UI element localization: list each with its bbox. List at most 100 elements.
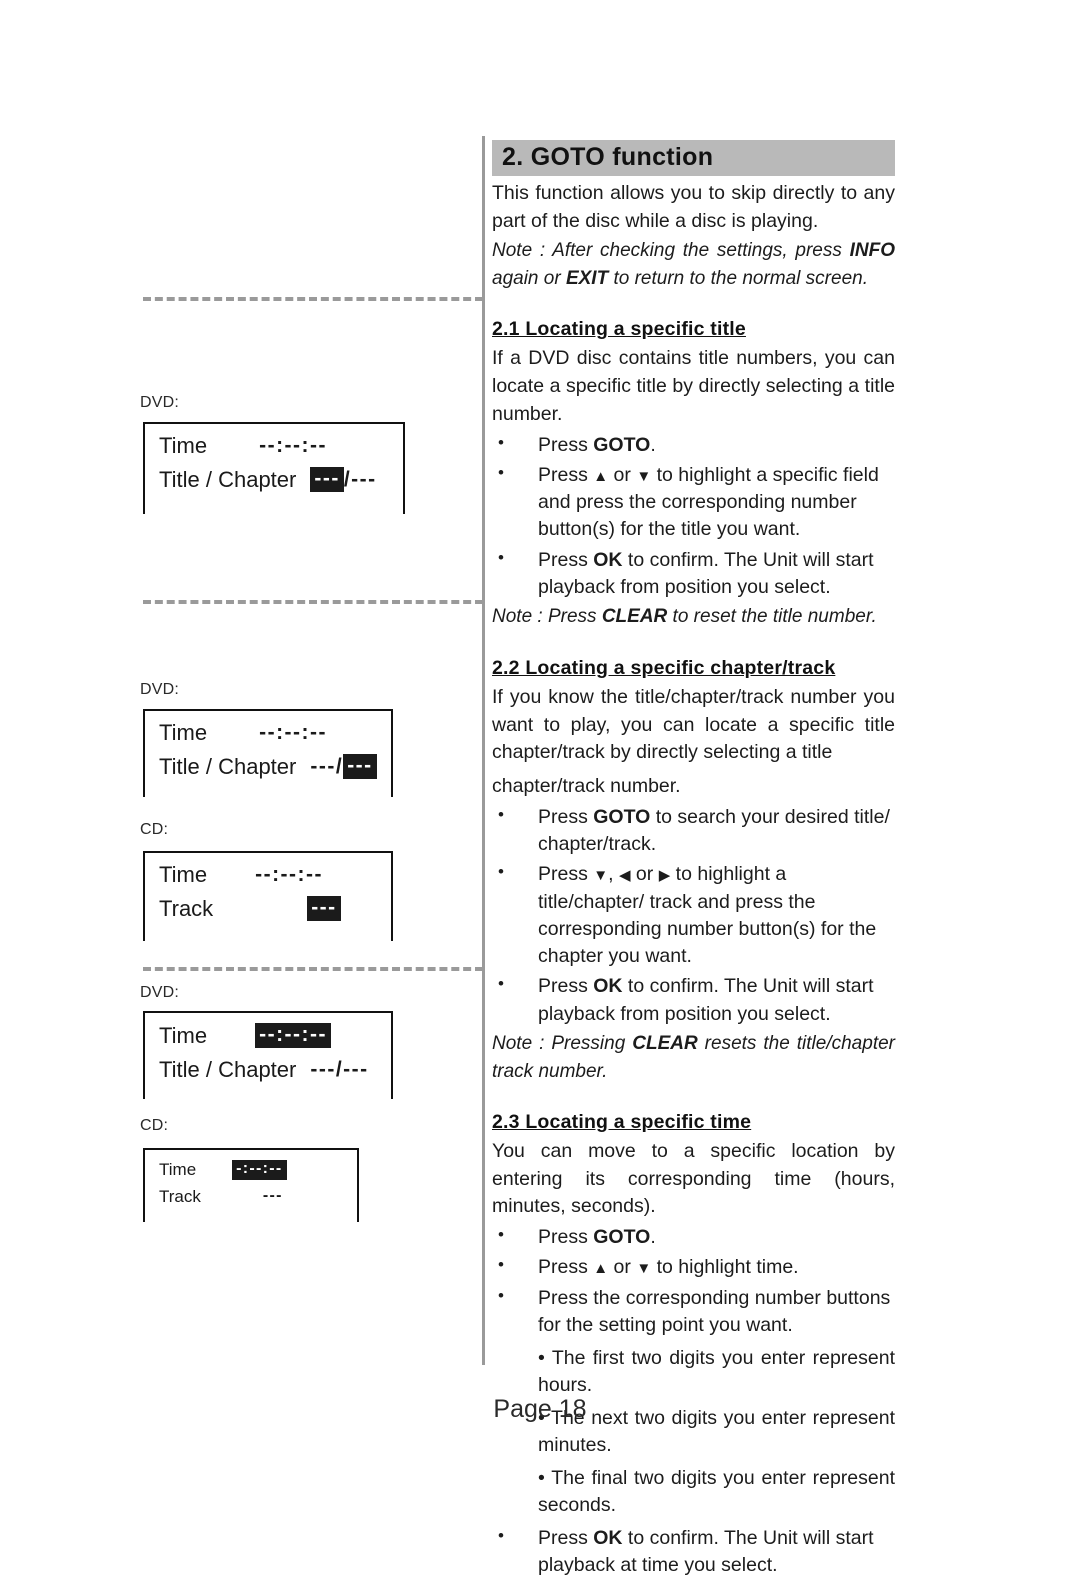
note-text-3: to return to the normal screen. xyxy=(608,267,868,289)
subsection-2-3-final-bullet: Press OK to confirm. The Unit will start… xyxy=(492,1524,895,1579)
bullet-text-mid-2: or xyxy=(630,863,659,886)
osd-row-time: Time --:--:-- xyxy=(159,863,379,886)
osd-row-value-highlighted: --- xyxy=(310,467,344,493)
note-text-2: again or xyxy=(492,267,566,289)
keyword-ok: OK xyxy=(593,548,623,571)
bullet-text-pre: Press xyxy=(538,463,594,486)
osd-row-title-chapter: Title / Chapter --- /--- xyxy=(159,467,391,493)
osd-row-track: Track --- xyxy=(159,1187,345,1206)
keyword-exit: EXIT xyxy=(565,267,609,289)
bullet-text-pre: Press xyxy=(538,548,594,571)
osd-row-label: Track xyxy=(159,896,214,922)
osd-row-label: Time xyxy=(159,862,208,887)
disc-type-label-dvd-1: DVD: xyxy=(140,394,180,411)
subsection-heading-2-3: 2.3 Locating a specific time xyxy=(492,1111,752,1134)
disc-type-label-dvd-3: DVD: xyxy=(140,984,180,1001)
subsection-2-3-body: You can move to a specific location by e… xyxy=(492,1140,895,1218)
subsection-2-1-bullets: Press GOTO. Press ▲ or ▼ to highlight a … xyxy=(492,431,895,602)
osd-row-time: Time --:--:-- xyxy=(159,1022,379,1049)
note-text-1: Note : After checking the settings, pres… xyxy=(492,240,850,262)
note-text-1: Note : Pressing xyxy=(492,1032,633,1054)
section-intro-paragraph: This function allows you to skip directl… xyxy=(492,182,895,232)
sub-bullet-text: • The final two digits you enter represe… xyxy=(538,1466,895,1516)
column-divider xyxy=(482,136,485,1365)
osd-row-label: Time xyxy=(159,433,208,458)
osd-panel-dvd-chapter: Time --:--:-- Title / Chapter ---/ --- xyxy=(143,709,393,797)
subsection-2-1-body: If a DVD disc contains title numbers, yo… xyxy=(492,347,895,425)
subsection-heading-2-1: 2.1 Locating a specific title xyxy=(492,318,746,341)
subsection-2-2-bullets: Press GOTO to search your desired title/… xyxy=(492,803,895,1028)
osd-row-track: Track --- xyxy=(159,896,379,922)
bullet-text-pre: Press xyxy=(538,975,594,998)
bullet-text-mid: or xyxy=(608,1256,637,1279)
osd-panel-dvd-time: Time --:--:-- Title / Chapter ---/--- xyxy=(143,1011,393,1099)
osd-row-label: Time xyxy=(159,720,208,745)
manual-page: DVD: Time --:--:-- Title / Chapter --- /… xyxy=(0,0,1080,1576)
osd-row-label: Time xyxy=(159,1159,197,1179)
bullet-text-mid: or xyxy=(608,463,637,486)
arrow-left-icon: ◀ xyxy=(618,867,631,885)
keyword-clear: CLEAR xyxy=(632,1032,698,1054)
keyword-clear: CLEAR xyxy=(601,606,668,628)
bullet-text-pre: Press xyxy=(538,1256,594,1279)
page-number-footer: Page 18 xyxy=(493,1395,587,1423)
list-item: Press GOTO to search your desired title/… xyxy=(492,803,895,859)
osd-row-time: Time --:--:-- xyxy=(159,434,391,457)
arrow-down-icon: ▼ xyxy=(636,1260,652,1278)
instructions-column: 2. GOTO function This function allows yo… xyxy=(492,140,895,1579)
list-item: Press GOTO. xyxy=(492,1223,895,1251)
list-item: Press ▲ or ▼ to highlight time. xyxy=(492,1253,895,1281)
bullet-text-mid: , xyxy=(608,863,619,886)
bullet-text-pre: Press xyxy=(538,1526,594,1549)
osd-row-value-highlighted: --- xyxy=(307,896,341,922)
list-item: Press GOTO. xyxy=(492,431,895,459)
arrow-down-icon: ▼ xyxy=(636,467,652,485)
subsection-2-2-note: Note : Pressing CLEAR resets the title/c… xyxy=(492,1030,895,1085)
bullet-text-pre: Press xyxy=(538,805,594,828)
subsection-2-2-body-b: chapter/track number. xyxy=(492,774,681,797)
osd-row-value: --:--:-- xyxy=(259,720,328,744)
subsection-2-2-body-a: If you know the title/chapter/track numb… xyxy=(492,685,895,764)
osd-row-value-prefix: ---/ xyxy=(310,754,344,778)
osd-row-value: --:--:-- xyxy=(255,862,324,886)
keyword-goto: GOTO xyxy=(593,1226,651,1249)
list-item: Press OK to confirm. The Unit will start… xyxy=(492,546,895,602)
sub-bullet-text: • The first two digits you enter represe… xyxy=(538,1347,895,1397)
keyword-goto: GOTO xyxy=(593,805,651,828)
disc-type-label-dvd-2: DVD: xyxy=(140,681,180,698)
bullet-text-post: to highlight time. xyxy=(651,1256,799,1279)
list-item: Press OK to confirm. The Unit will start… xyxy=(492,972,895,1028)
keyword-ok: OK xyxy=(593,1526,623,1549)
list-item: • The first two digits you enter represe… xyxy=(538,1345,895,1399)
arrow-down-icon: ▼ xyxy=(593,867,609,885)
osd-row-label: Title / Chapter xyxy=(159,467,297,493)
dashed-separator-2 xyxy=(143,600,483,604)
bullet-text-pre: Press xyxy=(538,433,594,456)
keyword-info: INFO xyxy=(849,240,895,262)
section-title-bar: 2. GOTO function xyxy=(492,140,895,176)
osd-panel-cd-time: Time -:--:-- Track --- xyxy=(143,1148,359,1222)
bullet-text-pre: Press xyxy=(538,1226,594,1249)
list-item: Press ▼, ◀ or ▶ to highlight a title/cha… xyxy=(492,860,895,970)
osd-row-value: --:--:-- xyxy=(259,433,328,457)
disc-type-label-cd-2: CD: xyxy=(140,1117,169,1134)
osd-row-title-chapter: Title / Chapter ---/ --- xyxy=(159,754,379,780)
arrow-right-icon: ▶ xyxy=(658,867,671,885)
arrow-up-icon: ▲ xyxy=(593,1260,609,1278)
list-item: Press ▲ or ▼ to highlight a specific fie… xyxy=(492,461,895,544)
arrow-up-icon: ▲ xyxy=(593,467,609,485)
disc-type-label-cd-1: CD: xyxy=(140,821,169,838)
bullet-text-post: . xyxy=(650,433,656,456)
dashed-separator-3 xyxy=(143,967,483,971)
osd-row-value-highlighted: --:--:-- xyxy=(255,1023,332,1049)
note-text-1: Note : Press xyxy=(492,606,602,628)
bullet-text-post: . xyxy=(650,1226,656,1249)
subsection-2-3-bullets: Press GOTO. Press ▲ or ▼ to highlight ti… xyxy=(492,1223,895,1340)
list-item: Press the corresponding number buttons f… xyxy=(492,1284,895,1340)
list-item: • The final two digits you enter represe… xyxy=(538,1465,895,1519)
keyword-goto: GOTO xyxy=(593,433,651,456)
bullet-text-pre: Press the corresponding number buttons f… xyxy=(538,1286,891,1337)
subsection-2-3-sub-bullets: • The first two digits you enter represe… xyxy=(492,1345,895,1518)
osd-row-label: Time xyxy=(159,1022,208,1048)
section-intro-note: Note : After checking the settings, pres… xyxy=(492,237,895,292)
